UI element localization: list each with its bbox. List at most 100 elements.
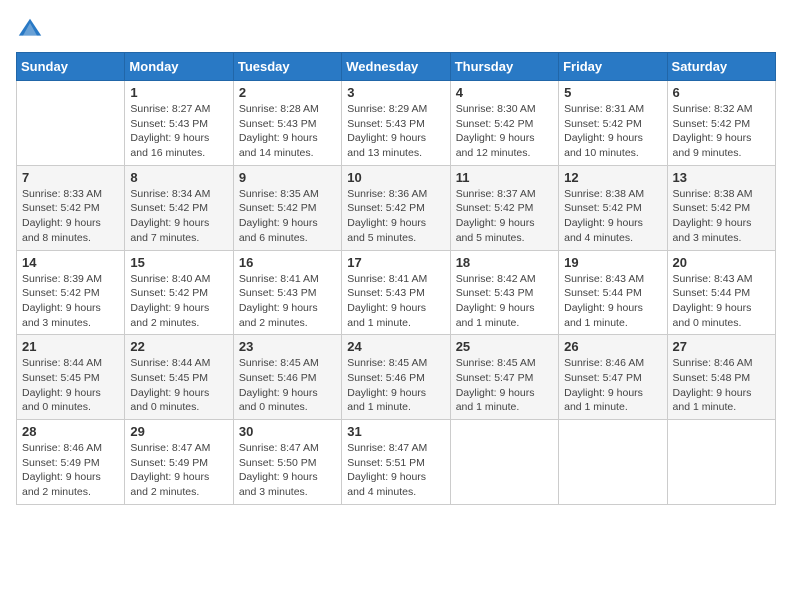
day-number: 21 xyxy=(22,339,119,354)
day-number: 24 xyxy=(347,339,444,354)
day-info: Sunrise: 8:46 AMSunset: 5:47 PMDaylight:… xyxy=(564,356,661,415)
day-info: Sunrise: 8:31 AMSunset: 5:42 PMDaylight:… xyxy=(564,102,661,161)
calendar-cell: 21 Sunrise: 8:44 AMSunset: 5:45 PMDaylig… xyxy=(17,335,125,420)
day-number: 20 xyxy=(673,255,770,270)
day-number: 5 xyxy=(564,85,661,100)
day-info: Sunrise: 8:45 AMSunset: 5:46 PMDaylight:… xyxy=(239,356,336,415)
calendar-week-4: 21 Sunrise: 8:44 AMSunset: 5:45 PMDaylig… xyxy=(17,335,776,420)
day-info: Sunrise: 8:32 AMSunset: 5:42 PMDaylight:… xyxy=(673,102,770,161)
day-info: Sunrise: 8:43 AMSunset: 5:44 PMDaylight:… xyxy=(564,272,661,331)
day-info: Sunrise: 8:41 AMSunset: 5:43 PMDaylight:… xyxy=(239,272,336,331)
day-number: 28 xyxy=(22,424,119,439)
day-info: Sunrise: 8:38 AMSunset: 5:42 PMDaylight:… xyxy=(564,187,661,246)
day-info: Sunrise: 8:47 AMSunset: 5:50 PMDaylight:… xyxy=(239,441,336,500)
calendar-cell: 31 Sunrise: 8:47 AMSunset: 5:51 PMDaylig… xyxy=(342,420,450,505)
calendar-header-tuesday: Tuesday xyxy=(233,53,341,81)
calendar-cell: 12 Sunrise: 8:38 AMSunset: 5:42 PMDaylig… xyxy=(559,165,667,250)
calendar-cell: 7 Sunrise: 8:33 AMSunset: 5:42 PMDayligh… xyxy=(17,165,125,250)
day-info: Sunrise: 8:36 AMSunset: 5:42 PMDaylight:… xyxy=(347,187,444,246)
calendar-cell xyxy=(17,81,125,166)
calendar-header-monday: Monday xyxy=(125,53,233,81)
calendar-cell xyxy=(667,420,775,505)
calendar-cell: 2 Sunrise: 8:28 AMSunset: 5:43 PMDayligh… xyxy=(233,81,341,166)
calendar-cell: 5 Sunrise: 8:31 AMSunset: 5:42 PMDayligh… xyxy=(559,81,667,166)
day-number: 10 xyxy=(347,170,444,185)
day-number: 25 xyxy=(456,339,553,354)
calendar-cell: 29 Sunrise: 8:47 AMSunset: 5:49 PMDaylig… xyxy=(125,420,233,505)
day-info: Sunrise: 8:45 AMSunset: 5:46 PMDaylight:… xyxy=(347,356,444,415)
day-number: 11 xyxy=(456,170,553,185)
day-number: 31 xyxy=(347,424,444,439)
calendar-cell: 18 Sunrise: 8:42 AMSunset: 5:43 PMDaylig… xyxy=(450,250,558,335)
day-number: 30 xyxy=(239,424,336,439)
day-info: Sunrise: 8:43 AMSunset: 5:44 PMDaylight:… xyxy=(673,272,770,331)
calendar-cell xyxy=(450,420,558,505)
calendar-cell: 24 Sunrise: 8:45 AMSunset: 5:46 PMDaylig… xyxy=(342,335,450,420)
day-number: 16 xyxy=(239,255,336,270)
calendar-week-3: 14 Sunrise: 8:39 AMSunset: 5:42 PMDaylig… xyxy=(17,250,776,335)
calendar-header-wednesday: Wednesday xyxy=(342,53,450,81)
calendar-table: SundayMondayTuesdayWednesdayThursdayFrid… xyxy=(16,52,776,505)
day-number: 4 xyxy=(456,85,553,100)
day-info: Sunrise: 8:34 AMSunset: 5:42 PMDaylight:… xyxy=(130,187,227,246)
day-number: 3 xyxy=(347,85,444,100)
calendar-cell: 30 Sunrise: 8:47 AMSunset: 5:50 PMDaylig… xyxy=(233,420,341,505)
calendar-cell: 6 Sunrise: 8:32 AMSunset: 5:42 PMDayligh… xyxy=(667,81,775,166)
day-number: 12 xyxy=(564,170,661,185)
calendar-cell: 22 Sunrise: 8:44 AMSunset: 5:45 PMDaylig… xyxy=(125,335,233,420)
day-number: 23 xyxy=(239,339,336,354)
day-number: 2 xyxy=(239,85,336,100)
calendar-week-2: 7 Sunrise: 8:33 AMSunset: 5:42 PMDayligh… xyxy=(17,165,776,250)
day-info: Sunrise: 8:41 AMSunset: 5:43 PMDaylight:… xyxy=(347,272,444,331)
day-number: 8 xyxy=(130,170,227,185)
calendar-cell: 28 Sunrise: 8:46 AMSunset: 5:49 PMDaylig… xyxy=(17,420,125,505)
day-number: 19 xyxy=(564,255,661,270)
day-info: Sunrise: 8:46 AMSunset: 5:49 PMDaylight:… xyxy=(22,441,119,500)
day-info: Sunrise: 8:47 AMSunset: 5:51 PMDaylight:… xyxy=(347,441,444,500)
logo-icon xyxy=(16,16,44,44)
calendar-cell: 16 Sunrise: 8:41 AMSunset: 5:43 PMDaylig… xyxy=(233,250,341,335)
calendar-cell: 27 Sunrise: 8:46 AMSunset: 5:48 PMDaylig… xyxy=(667,335,775,420)
logo xyxy=(16,16,48,44)
day-number: 15 xyxy=(130,255,227,270)
day-number: 1 xyxy=(130,85,227,100)
calendar-header-friday: Friday xyxy=(559,53,667,81)
day-number: 29 xyxy=(130,424,227,439)
calendar-cell: 11 Sunrise: 8:37 AMSunset: 5:42 PMDaylig… xyxy=(450,165,558,250)
day-info: Sunrise: 8:27 AMSunset: 5:43 PMDaylight:… xyxy=(130,102,227,161)
calendar-cell: 13 Sunrise: 8:38 AMSunset: 5:42 PMDaylig… xyxy=(667,165,775,250)
day-info: Sunrise: 8:40 AMSunset: 5:42 PMDaylight:… xyxy=(130,272,227,331)
day-info: Sunrise: 8:44 AMSunset: 5:45 PMDaylight:… xyxy=(130,356,227,415)
day-number: 6 xyxy=(673,85,770,100)
calendar-cell: 14 Sunrise: 8:39 AMSunset: 5:42 PMDaylig… xyxy=(17,250,125,335)
calendar-cell: 20 Sunrise: 8:43 AMSunset: 5:44 PMDaylig… xyxy=(667,250,775,335)
calendar-week-1: 1 Sunrise: 8:27 AMSunset: 5:43 PMDayligh… xyxy=(17,81,776,166)
day-info: Sunrise: 8:30 AMSunset: 5:42 PMDaylight:… xyxy=(456,102,553,161)
calendar-header-thursday: Thursday xyxy=(450,53,558,81)
calendar-header-sunday: Sunday xyxy=(17,53,125,81)
day-info: Sunrise: 8:35 AMSunset: 5:42 PMDaylight:… xyxy=(239,187,336,246)
calendar-cell: 26 Sunrise: 8:46 AMSunset: 5:47 PMDaylig… xyxy=(559,335,667,420)
day-info: Sunrise: 8:38 AMSunset: 5:42 PMDaylight:… xyxy=(673,187,770,246)
calendar-cell: 4 Sunrise: 8:30 AMSunset: 5:42 PMDayligh… xyxy=(450,81,558,166)
calendar-cell: 8 Sunrise: 8:34 AMSunset: 5:42 PMDayligh… xyxy=(125,165,233,250)
day-info: Sunrise: 8:44 AMSunset: 5:45 PMDaylight:… xyxy=(22,356,119,415)
day-number: 7 xyxy=(22,170,119,185)
day-info: Sunrise: 8:45 AMSunset: 5:47 PMDaylight:… xyxy=(456,356,553,415)
calendar-cell: 15 Sunrise: 8:40 AMSunset: 5:42 PMDaylig… xyxy=(125,250,233,335)
day-info: Sunrise: 8:42 AMSunset: 5:43 PMDaylight:… xyxy=(456,272,553,331)
calendar-cell: 3 Sunrise: 8:29 AMSunset: 5:43 PMDayligh… xyxy=(342,81,450,166)
day-number: 26 xyxy=(564,339,661,354)
calendar-cell xyxy=(559,420,667,505)
calendar-cell: 23 Sunrise: 8:45 AMSunset: 5:46 PMDaylig… xyxy=(233,335,341,420)
day-number: 27 xyxy=(673,339,770,354)
page-header xyxy=(16,16,776,44)
calendar-header-saturday: Saturday xyxy=(667,53,775,81)
day-number: 9 xyxy=(239,170,336,185)
calendar-cell: 9 Sunrise: 8:35 AMSunset: 5:42 PMDayligh… xyxy=(233,165,341,250)
day-info: Sunrise: 8:39 AMSunset: 5:42 PMDaylight:… xyxy=(22,272,119,331)
day-info: Sunrise: 8:47 AMSunset: 5:49 PMDaylight:… xyxy=(130,441,227,500)
calendar-header-row: SundayMondayTuesdayWednesdayThursdayFrid… xyxy=(17,53,776,81)
day-info: Sunrise: 8:37 AMSunset: 5:42 PMDaylight:… xyxy=(456,187,553,246)
day-number: 22 xyxy=(130,339,227,354)
